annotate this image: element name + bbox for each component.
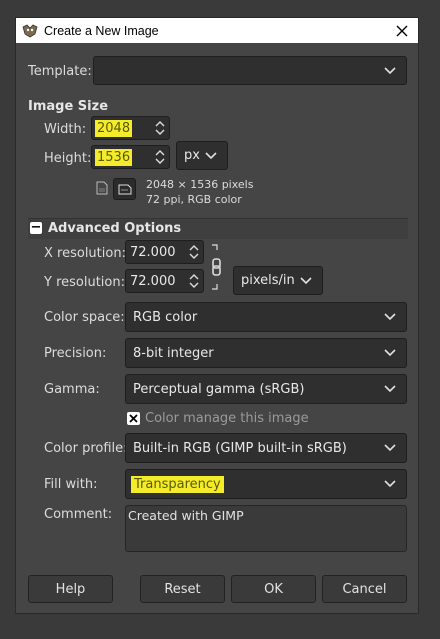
height-label: Height:: [44, 151, 92, 166]
y-resolution-input[interactable]: 72.000: [130, 274, 187, 289]
x-resolution-input[interactable]: 72.000: [130, 245, 187, 260]
chevron-down-icon: [382, 63, 398, 79]
fill-with-combo[interactable]: Transparency: [125, 469, 407, 499]
y-resolution-spinner[interactable]: 72.000: [125, 269, 204, 293]
chevron-down-icon: [382, 345, 398, 361]
chevron-down-icon: [203, 148, 219, 164]
gamma-label: Gamma:: [44, 382, 100, 397]
chevron-down-icon: [298, 273, 314, 289]
size-info-resolution: 72 ppi, RGB color: [146, 193, 242, 206]
advanced-options-header[interactable]: − Advanced Options: [28, 219, 408, 239]
help-button[interactable]: Help: [28, 575, 113, 603]
width-label: Width:: [44, 122, 87, 137]
precision-combo[interactable]: 8-bit integer: [125, 338, 407, 368]
chevron-down-icon: [382, 440, 398, 456]
size-unit-combo[interactable]: px: [176, 141, 228, 170]
x-resolution-label: X resolution:: [44, 246, 126, 261]
precision-label: Precision:: [44, 346, 107, 361]
title-bar: Create a New Image: [16, 18, 418, 43]
comment-text: Created with GIMP: [128, 508, 244, 523]
width-spin-arrows[interactable]: [153, 119, 167, 137]
width-spinner[interactable]: 2048: [91, 116, 170, 140]
gamma-value: Perceptual gamma (sRGB): [133, 381, 305, 397]
chevron-down-icon: [382, 309, 398, 325]
color-profile-label: Color profile:: [44, 441, 128, 456]
size-info-pixels: 2048 × 1536 pixels: [146, 178, 254, 191]
template-label: Template:: [28, 64, 92, 79]
gamma-combo[interactable]: Perceptual gamma (sRGB): [125, 374, 407, 404]
precision-value: 8-bit integer: [133, 345, 214, 361]
color-space-label: Color space:: [44, 310, 125, 325]
chevron-down-icon: [382, 476, 398, 492]
height-spinner[interactable]: 1536: [91, 145, 170, 169]
cancel-button[interactable]: Cancel: [322, 575, 407, 603]
landscape-icon[interactable]: [113, 178, 136, 200]
new-image-dialog: Create a New Image Template: Image Size …: [15, 17, 419, 614]
resolution-unit-combo[interactable]: pixels/in: [233, 266, 323, 295]
resolution-unit-value: pixels/in: [241, 273, 295, 288]
height-input[interactable]: 1536: [95, 148, 133, 166]
portrait-icon[interactable]: [96, 181, 110, 197]
ok-button[interactable]: OK: [231, 575, 316, 603]
chain-link-icon[interactable]: [210, 244, 224, 290]
chevron-down-icon: [382, 381, 398, 397]
color-profile-combo[interactable]: Built-in RGB (GIMP built-in sRGB): [125, 433, 407, 463]
x-resolution-spinner[interactable]: 72.000: [125, 240, 204, 264]
color-profile-value: Built-in RGB (GIMP built-in sRGB): [133, 440, 347, 456]
close-icon[interactable]: [392, 21, 412, 41]
gimp-app-icon: [22, 23, 38, 39]
height-spin-arrows[interactable]: [153, 148, 167, 166]
x-resolution-spin-arrows[interactable]: [187, 243, 201, 261]
color-space-combo[interactable]: RGB color: [125, 302, 407, 332]
template-combo[interactable]: [93, 56, 407, 85]
window-title: Create a New Image: [44, 23, 159, 38]
fill-with-label: Fill with:: [44, 477, 98, 492]
advanced-options-title: Advanced Options: [48, 221, 182, 236]
reset-button[interactable]: Reset: [140, 575, 225, 603]
collapse-icon[interactable]: −: [30, 221, 42, 234]
checkbox-x-icon[interactable]: [127, 412, 140, 425]
comment-label: Comment:: [44, 507, 113, 522]
width-input[interactable]: 2048: [95, 119, 133, 137]
y-resolution-spin-arrows[interactable]: [187, 272, 201, 290]
color-space-value: RGB color: [133, 309, 198, 325]
image-size-title: Image Size: [28, 99, 109, 114]
fill-with-value: Transparency: [131, 475, 224, 493]
color-manage-label[interactable]: Color manage this image: [145, 411, 309, 426]
size-unit-value: px: [184, 148, 200, 163]
y-resolution-label: Y resolution:: [44, 275, 125, 290]
comment-textarea[interactable]: Created with GIMP: [125, 505, 407, 552]
